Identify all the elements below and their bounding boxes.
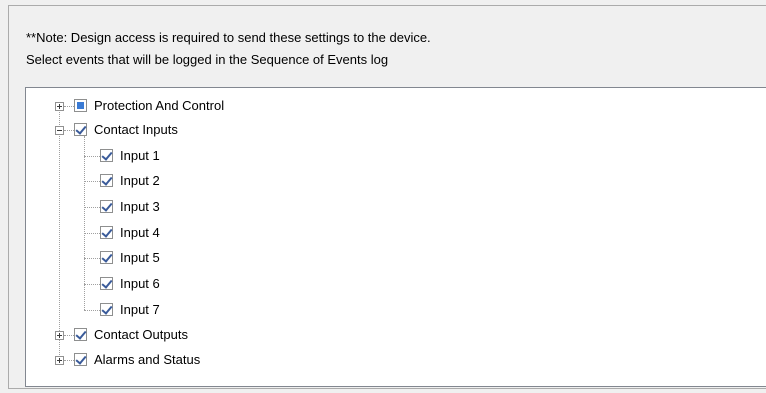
connector-h [84, 181, 100, 182]
expand-plus-icon[interactable] [55, 356, 64, 365]
connector-h [84, 258, 100, 259]
checkbox-checked-icon[interactable] [74, 353, 87, 366]
checkbox-checked-icon[interactable] [74, 123, 87, 136]
tree-node-label: Input 7 [120, 302, 160, 317]
instruction-text: Select events that will be logged in the… [26, 52, 389, 67]
checkbox-checked-icon[interactable] [100, 303, 113, 316]
connector-h [64, 360, 74, 361]
checkbox-checked-icon[interactable] [100, 277, 113, 290]
checkbox-checked-icon[interactable] [100, 149, 113, 162]
tree-node-label: Input 1 [120, 148, 160, 163]
connector-h [84, 310, 100, 311]
expand-plus-icon[interactable] [55, 331, 64, 340]
events-tree-view[interactable]: Protection And Control Contact Inputs In… [25, 87, 766, 387]
checkbox-checked-icon[interactable] [100, 226, 113, 239]
connector-h [84, 284, 100, 285]
tree-node-label: Alarms and Status [94, 352, 201, 367]
checkbox-checked-icon[interactable] [100, 251, 113, 264]
collapse-minus-icon[interactable] [55, 126, 64, 135]
tree-root-connector [59, 106, 60, 359]
tree-node-label: Input 6 [120, 276, 160, 291]
tree-node-label: Input 2 [120, 173, 160, 188]
connector-h [64, 335, 74, 336]
design-access-note: **Note: Design access is required to sen… [26, 30, 431, 45]
checkbox-checked-icon[interactable] [100, 200, 113, 213]
connector-h [84, 207, 100, 208]
tree-node-label: Input 3 [120, 199, 160, 214]
partial-checkbox-icon[interactable] [74, 99, 87, 112]
tree-node-label: Protection And Control [94, 98, 225, 113]
tree-node-label: Contact Outputs [94, 327, 188, 342]
expand-plus-icon[interactable] [55, 102, 64, 111]
connector-h [84, 156, 100, 157]
connector-h [64, 130, 74, 131]
tree-node-label: Contact Inputs [94, 122, 178, 137]
connector-h [64, 106, 74, 107]
tree-node-label: Input 4 [120, 225, 160, 240]
tree-node-label: Input 5 [120, 250, 160, 265]
checkbox-checked-icon[interactable] [100, 174, 113, 187]
connector-h [84, 233, 100, 234]
checkbox-checked-icon[interactable] [74, 328, 87, 341]
